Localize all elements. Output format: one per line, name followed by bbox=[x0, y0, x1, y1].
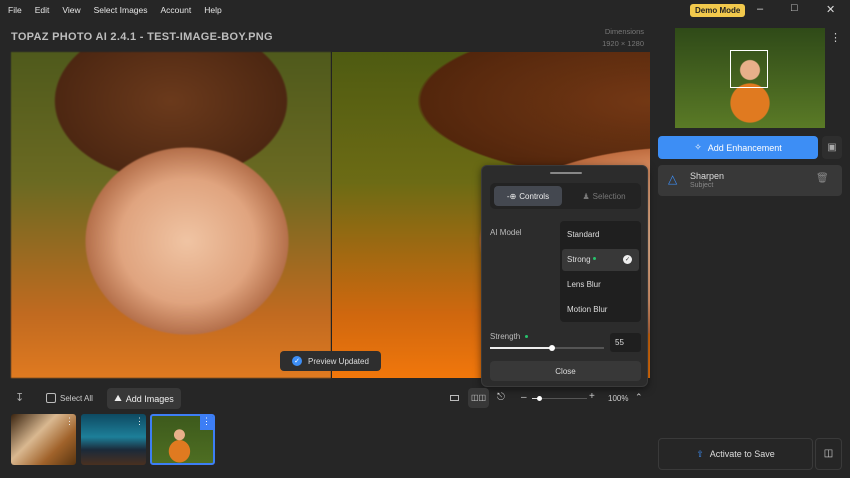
trash-icon[interactable]: 🗑 bbox=[816, 173, 829, 184]
close-icon[interactable]: ✕ bbox=[826, 3, 835, 16]
image-plus-icon: ⛰ bbox=[114, 393, 122, 403]
model-motion-blur[interactable]: Motion Blur bbox=[567, 305, 607, 314]
thumbnail-1[interactable]: ⋮ bbox=[11, 414, 76, 465]
zoom-slider-thumb[interactable] bbox=[537, 396, 542, 401]
model-label: Strong bbox=[567, 255, 591, 264]
enhancement-name: Sharpen bbox=[690, 171, 725, 181]
enhancement-sub: Subject bbox=[690, 182, 714, 189]
more-icon[interactable]: ⋮ bbox=[830, 31, 841, 44]
close-button[interactable]: Close bbox=[490, 361, 641, 381]
original-preview bbox=[11, 52, 331, 378]
chevron-up-icon[interactable]: ⌃ bbox=[635, 392, 643, 403]
menu-file[interactable]: File bbox=[8, 5, 22, 15]
tab-bar: -⊕ Controls ♟ Selection bbox=[490, 183, 641, 209]
upload-icon: ⇧ bbox=[696, 448, 704, 459]
strength-slider[interactable] bbox=[490, 345, 604, 351]
enhancement-sharpen[interactable]: △ Sharpen Subject 🗑 bbox=[658, 165, 842, 196]
more-icon[interactable]: ⋮ bbox=[200, 416, 213, 430]
navigator-thumbnail[interactable] bbox=[675, 28, 825, 128]
more-icon[interactable]: ⋮ bbox=[65, 416, 74, 427]
zoom-in-icon[interactable]: + bbox=[589, 391, 595, 402]
select-all-label[interactable]: Select All bbox=[60, 394, 93, 403]
thumbnail-2[interactable]: ⋮ bbox=[81, 414, 146, 465]
page-title: TOPAZ PHOTO AI 2.4.1 - TEST-IMAGE-BOY.PN… bbox=[11, 31, 273, 43]
minimize-icon[interactable]: – bbox=[757, 3, 763, 15]
drag-handle[interactable] bbox=[550, 172, 582, 174]
export-settings-icon[interactable]: ◫ bbox=[815, 438, 842, 470]
preview-updated-toast: ✓ Preview Updated bbox=[280, 351, 381, 371]
single-view-icon[interactable] bbox=[450, 395, 459, 401]
check-icon: ✓ bbox=[623, 255, 632, 264]
tab-label: Selection bbox=[592, 191, 626, 201]
menu-view[interactable]: View bbox=[62, 5, 80, 15]
dimensions: Dimensions 1920 × 1280 bbox=[602, 26, 644, 50]
add-images-button[interactable]: ⛰ Add Images bbox=[107, 388, 181, 409]
add-enhancement-button[interactable]: ✧ Add Enhancement bbox=[658, 136, 818, 159]
status-dot bbox=[593, 257, 596, 260]
activate-to-save-button[interactable]: ⇧ Activate to Save bbox=[658, 438, 813, 470]
sharpen-controls-panel: -⊕ Controls ♟ Selection AI Model Standard … bbox=[481, 165, 648, 387]
demo-mode-badge[interactable]: Demo Mode bbox=[690, 4, 746, 17]
add-images-label: Add Images bbox=[125, 393, 174, 404]
download-icon[interactable]: ↧ bbox=[15, 391, 24, 404]
strength-label: Strength bbox=[490, 332, 521, 341]
tab-label: Controls bbox=[519, 191, 550, 201]
side-by-side-view-icon[interactable]: ◫◫ bbox=[468, 388, 489, 408]
thumbnail-3-selected[interactable]: ⋮ bbox=[150, 414, 215, 465]
person-icon: ♟ bbox=[582, 191, 590, 201]
tab-selection[interactable]: ♟ Selection bbox=[570, 186, 638, 206]
dimensions-value: 1920 × 1280 bbox=[602, 39, 644, 48]
ai-model-label: AI Model bbox=[490, 228, 522, 237]
check-circle-icon: ✓ bbox=[292, 356, 302, 366]
crop-icon[interactable]: ▣ bbox=[822, 136, 842, 159]
more-icon[interactable]: ⋮ bbox=[135, 416, 144, 427]
maximize-icon[interactable]: □ bbox=[791, 2, 798, 14]
menu-edit[interactable]: Edit bbox=[35, 5, 50, 15]
menu-select-images[interactable]: Select Images bbox=[94, 5, 148, 15]
select-all-checkbox[interactable] bbox=[46, 393, 56, 403]
sliders-icon: -⊕ bbox=[506, 191, 517, 201]
split-divider[interactable] bbox=[331, 52, 332, 378]
model-standard[interactable]: Standard bbox=[567, 230, 599, 239]
activate-label: Activate to Save bbox=[709, 449, 775, 459]
strength-input[interactable]: 55 bbox=[610, 333, 641, 352]
status-dot bbox=[525, 335, 528, 338]
zoom-level[interactable]: 100% bbox=[608, 394, 628, 403]
model-lens-blur[interactable]: Lens Blur bbox=[567, 280, 601, 289]
model-strong[interactable]: Strong ✓ bbox=[562, 249, 639, 271]
navigator-viewport[interactable] bbox=[730, 50, 768, 88]
ai-model-list: Standard Strong ✓ Lens Blur Motion Blur bbox=[560, 221, 641, 322]
slider-fill bbox=[490, 347, 553, 349]
zoom-slider[interactable] bbox=[532, 396, 587, 401]
sharpen-triangle-icon: △ bbox=[668, 172, 678, 186]
menu-help[interactable]: Help bbox=[204, 5, 221, 15]
slider-thumb[interactable] bbox=[549, 345, 555, 351]
dimensions-label: Dimensions bbox=[604, 27, 644, 36]
tab-controls[interactable]: -⊕ Controls bbox=[494, 186, 562, 206]
split-view-icon[interactable]: ⎋ bbox=[497, 392, 505, 403]
sparkle-icon: ✧ bbox=[694, 142, 702, 152]
toast-text: Preview Updated bbox=[308, 356, 369, 366]
zoom-out-icon[interactable]: – bbox=[521, 392, 527, 403]
add-enhancement-label: Add Enhancement bbox=[707, 142, 782, 153]
menu-account[interactable]: Account bbox=[161, 5, 192, 15]
